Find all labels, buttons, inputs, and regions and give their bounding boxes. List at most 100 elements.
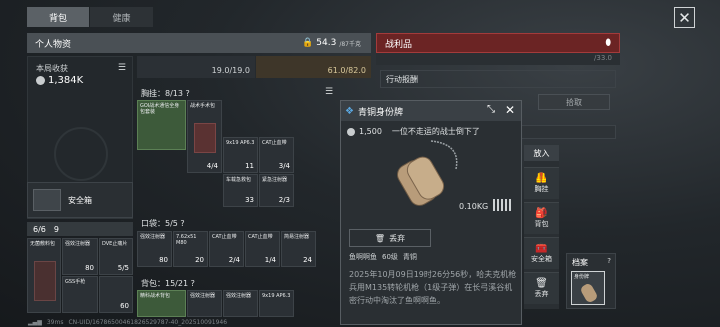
pocket-item-2[interactable]: 7.62x51 M80 20 — [173, 231, 208, 267]
modal-title: 青铜身份牌 — [357, 107, 403, 118]
close-button[interactable]: ✕ — [674, 7, 695, 28]
item-count: 11 — [245, 162, 254, 170]
safebox-item-3[interactable]: DVE止痛片 5/5 — [99, 238, 133, 275]
victim-level: 60级 — [382, 253, 398, 261]
backpack-label: 背包：15/21 ? — [141, 278, 195, 288]
item-icon — [34, 261, 56, 301]
weapon-slot-left[interactable]: 19.0/19.0 — [137, 56, 255, 78]
list-icon[interactable]: ☰ — [118, 63, 126, 73]
item-label: CAT止血带 — [248, 234, 273, 240]
discard-label: 丢弃 — [389, 233, 406, 243]
dogtag-thumb — [579, 282, 599, 304]
pockets-label: 口袋：5/5 ? — [141, 218, 185, 228]
safe-count2: 9 — [53, 224, 59, 234]
chest-item-1[interactable]: GOI战术通信全身包套装 — [137, 100, 186, 150]
income-label: 本局收获 — [36, 64, 68, 73]
help-icon[interactable]: ? — [607, 257, 611, 265]
vest-icon: 🦺 — [535, 173, 548, 184]
tab-health[interactable]: 健康 — [90, 7, 153, 27]
safebox-item-1[interactable]: 无菌敷料包 — [27, 238, 61, 313]
archive-panel: 档案 ? 身份牌 — [566, 253, 616, 309]
item-label: GSS手枪 — [65, 279, 86, 285]
safe-count: 6/6 — [33, 224, 46, 234]
personal-panel-header: 个人物资 🔒 54.3 /87千克 — [27, 33, 371, 53]
backpack-item-4[interactable]: 9x19 AP6.3 — [259, 290, 294, 317]
modal-header: ❖ 青铜身份牌 ⤡ ✕ — [341, 101, 521, 121]
item-label: 车载急救包 — [226, 177, 252, 183]
safe-box-slot[interactable]: 安全箱 — [27, 182, 133, 218]
emblem-watermark — [54, 127, 108, 181]
victim-rank: 青铜 — [402, 253, 417, 261]
backpack-item-2[interactable]: 强效注射器 — [187, 290, 222, 317]
pocket-item-5[interactable]: 简易注射器 24 — [281, 231, 316, 267]
safebox-item-2[interactable]: 强效注射器 80 — [62, 238, 98, 275]
to-safebox-button[interactable]: 🧰 安全箱 — [524, 237, 559, 269]
loot-panel-header: 战利品 ⬮ — [376, 33, 620, 53]
weapon-slot-right[interactable]: 61.0/82.0 — [256, 56, 371, 78]
loot-top-strip: /33.0 — [376, 53, 620, 65]
status-bar: ▂▄▆ 39ms CN-UID/16786500461826529787-40_… — [0, 317, 720, 327]
reward-row[interactable]: 行动报酬 — [380, 70, 616, 88]
chest-item-3[interactable]: 9x19 AP6.3 11 — [223, 137, 258, 173]
item-label: 无菌敷料包 — [30, 241, 56, 247]
item-label: 9x19 AP6.3 — [262, 293, 291, 299]
item-label: 强效注射器 — [140, 234, 166, 240]
share-icon[interactable]: ⬮ — [605, 38, 611, 48]
put-in-label: 放入 — [524, 145, 559, 161]
item-count: 5/5 — [117, 264, 129, 272]
coin-icon — [36, 76, 45, 85]
to-backpack-button[interactable]: 🎒 背包 — [524, 202, 559, 234]
collapse-icon[interactable]: ⤡ — [487, 104, 495, 115]
pickup-button[interactable]: 拾取 — [538, 94, 610, 110]
trash-icon: 🗑 — [374, 233, 386, 243]
list-icon[interactable]: ☰ — [325, 87, 333, 97]
to-chest-button[interactable]: 🦺 胸挂 — [524, 167, 559, 199]
pocket-item-3[interactable]: CAT止血带 2/4 — [209, 231, 244, 267]
item-count: 3/4 — [278, 162, 290, 170]
victim-info: 鱼啊啊鱼 60级 青铜 — [349, 252, 417, 262]
uid: CN-UID/16786500461826529787-40_202510091… — [68, 318, 228, 326]
chest-item-2[interactable]: 战术手术包 4/4 — [187, 100, 222, 173]
chest-item-5[interactable]: 车载急救包 33 — [223, 174, 258, 207]
safebox-item-4[interactable]: GSS手枪 — [62, 276, 98, 313]
item-label: DVE止痛片 — [102, 241, 128, 247]
side-discard-button[interactable]: 🗑 丢弃 — [524, 272, 559, 304]
safe-icon — [33, 189, 61, 211]
item-label: 紧急注射器 — [262, 177, 288, 183]
personal-title: 个人物资 — [35, 39, 72, 50]
trash-icon: 🗑 — [535, 278, 548, 289]
reward-label: 行动报酬 — [386, 74, 418, 84]
backpack-item-1[interactable]: 精科战术背包 — [137, 290, 186, 317]
ping: 39ms — [46, 318, 64, 326]
item-label: 战术手术包 — [190, 103, 216, 109]
pocket-item-1[interactable]: 强效注射器 80 — [137, 231, 172, 267]
item-label: CAT止血带 — [262, 140, 287, 146]
item-count: 60 — [120, 302, 129, 310]
modal-discard-button[interactable]: 🗑 丢弃 — [349, 229, 431, 247]
side-action-bar: 放入 🦺 胸挂 🎒 背包 🧰 安全箱 🗑 丢弃 — [524, 145, 559, 309]
item-label: 简易注射器 — [284, 234, 310, 240]
modal-weight: 0.10KG — [459, 202, 489, 211]
pocket-item-4[interactable]: CAT止血带 1/4 — [245, 231, 280, 267]
dogtag-slot-label: 身份牌 — [574, 274, 590, 280]
item-label: GOI战术通信全身包套装 — [140, 103, 180, 115]
tab-backpack[interactable]: 背包 — [27, 7, 89, 27]
item-label: 强效注射器 — [65, 241, 91, 247]
backpack-item-3[interactable]: 强效注射器 — [223, 290, 258, 317]
income-value: 1,384K — [48, 75, 84, 86]
close-icon[interactable]: ✕ — [505, 103, 515, 117]
weight-max: /87千克 — [339, 40, 361, 48]
chest-item-4[interactable]: CAT止血带 3/4 — [259, 137, 294, 173]
safebox-item-5[interactable]: 60 — [99, 276, 133, 313]
loot-title: 战利品 — [385, 39, 413, 50]
dogtag-slot[interactable]: 身份牌 — [571, 271, 605, 305]
loot-top-value: /33.0 — [594, 54, 612, 62]
grid-size-icon — [493, 199, 511, 211]
item-count: 33 — [245, 196, 254, 204]
weight-value: 54.3 — [316, 38, 337, 48]
weight-display: 🔒 54.3 /87千克 — [302, 33, 361, 53]
weight-icon: 🔒 — [302, 38, 314, 48]
item-count: 4/4 — [206, 162, 218, 170]
durability-left: 19.0/19.0 — [211, 66, 250, 75]
chest-item-6[interactable]: 紧急注射器 2/3 — [259, 174, 294, 207]
